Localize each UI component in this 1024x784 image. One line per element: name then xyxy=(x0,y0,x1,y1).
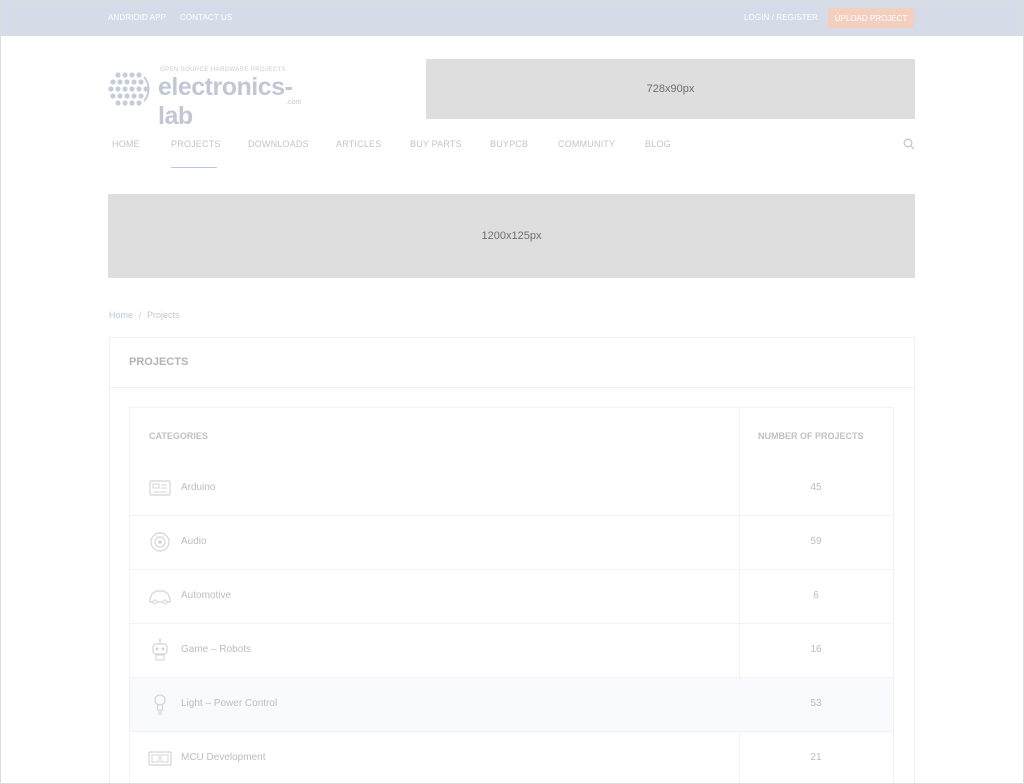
nav-item-articles[interactable]: ARTICLES xyxy=(336,139,381,149)
light-bulb-icon xyxy=(154,694,166,715)
breadcrumb-current: Projects xyxy=(147,310,180,320)
microcontroller-icon xyxy=(148,751,172,766)
table-row[interactable]: Game – Robots 16 xyxy=(130,624,893,678)
site-logo[interactable]: OPEN SOURCE HARDWARE PROJECTS electronic… xyxy=(108,67,308,130)
banner-ad-728x90[interactable]: 728x90px xyxy=(426,59,915,119)
speaker-icon xyxy=(150,532,170,552)
category-label[interactable]: Arduino xyxy=(181,482,215,493)
breadcrumb-separator: / xyxy=(139,310,142,320)
page-title: PROJECTS xyxy=(129,356,189,368)
contact-us-link[interactable]: CONTACT US xyxy=(180,13,232,22)
arduino-board-icon xyxy=(149,480,171,496)
page-frame: ANDRIOID APP CONTACT US LOGIN / REGISTER… xyxy=(0,0,1024,784)
project-count: 16 xyxy=(810,644,822,655)
top-bar: ANDRIOID APP CONTACT US LOGIN / REGISTER… xyxy=(1,1,1023,36)
nav-item-projects[interactable]: PROJECTS xyxy=(171,139,221,149)
category-label[interactable]: Automotive xyxy=(181,590,231,601)
table-row[interactable]: MCU Development 21 xyxy=(130,732,893,783)
ad-size-label: 728x90px xyxy=(646,83,695,95)
table-row[interactable]: Automotive 6 xyxy=(130,570,893,624)
table-row[interactable]: Audio 59 xyxy=(130,516,893,570)
project-count: 21 xyxy=(810,752,822,763)
column-header-categories: CATEGORIES xyxy=(149,431,208,441)
table-row[interactable]: Light – Power Control 53 xyxy=(130,678,893,732)
nav-item-home[interactable]: HOME xyxy=(112,139,140,149)
upload-project-button[interactable]: UPLOAD PROJECT xyxy=(828,8,914,28)
search-icon[interactable] xyxy=(903,138,915,150)
nav-item-buypcb[interactable]: BUYPCB xyxy=(490,139,528,149)
robot-icon xyxy=(152,638,168,661)
banner-ad-1200x125[interactable]: 1200x125px xyxy=(108,194,915,278)
nav-active-indicator xyxy=(171,167,217,168)
category-label[interactable]: Audio xyxy=(181,536,207,547)
breadcrumb-home[interactable]: Home xyxy=(109,310,133,320)
car-icon xyxy=(149,590,171,605)
login-register-link[interactable]: LOGIN / REGISTER xyxy=(744,13,818,22)
nav-item-blog[interactable]: BLOG xyxy=(645,139,671,149)
nav-item-community[interactable]: COMMUNITY xyxy=(558,139,615,149)
table-row[interactable]: Arduino 45 xyxy=(130,462,893,516)
logo-dots-icon xyxy=(108,72,150,106)
nav-item-downloads[interactable]: DOWNLOADS xyxy=(248,139,309,149)
category-label[interactable]: MCU Development xyxy=(181,752,265,763)
category-label[interactable]: Light – Power Control xyxy=(181,698,277,709)
project-count: 45 xyxy=(810,482,822,493)
android-app-link[interactable]: ANDRIOID APP xyxy=(108,13,166,22)
project-count: 53 xyxy=(810,698,822,709)
category-label[interactable]: Game – Robots xyxy=(181,644,251,655)
panel-header-divider xyxy=(109,387,915,388)
nav-item-buy-parts[interactable]: BUY PARTS xyxy=(410,139,462,149)
project-count: 6 xyxy=(813,590,819,601)
column-header-number-of-projects: NUMBER OF PROJECTS xyxy=(758,431,864,441)
logo-suffix: .com xyxy=(286,99,302,106)
ad-size-label: 1200x125px xyxy=(481,230,542,242)
project-count: 59 xyxy=(810,536,822,547)
